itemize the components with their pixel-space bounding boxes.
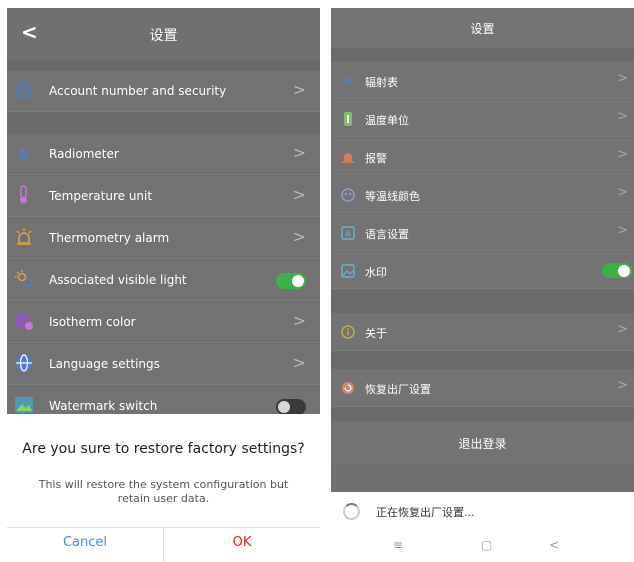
reset-icon <box>340 380 356 396</box>
settings-item-label: 报警 <box>365 152 387 165</box>
settings-item-temperature-unit[interactable]: Temperature unit > <box>7 176 320 217</box>
settings-item-isotherm-color[interactable]: Isotherm color > <box>7 302 320 343</box>
chevron-right-icon: > <box>617 71 628 86</box>
back-icon[interactable]: < <box>549 538 559 552</box>
settings-item-label: 水印 <box>365 266 387 279</box>
header: 设置 <box>331 8 634 48</box>
section-gap <box>7 60 320 71</box>
cancel-button[interactable]: Cancel <box>7 535 163 550</box>
settings-item-visible-light[interactable]: Associated visible light <box>7 260 320 301</box>
watermark-toggle[interactable] <box>602 263 632 278</box>
settings-item-label: 语言设置 <box>365 228 409 241</box>
menu-icon[interactable]: ≡ <box>393 538 403 552</box>
settings-item-label: Account number and security <box>49 84 227 98</box>
settings-item-isotherm-color[interactable]: 等温线颜色 > <box>331 176 634 213</box>
settings-item-label: 恢复出厂设置 <box>365 383 431 396</box>
settings-item-label: 等温线颜色 <box>365 190 420 203</box>
progress-text: 正在恢复出厂设置... <box>376 506 475 519</box>
settings-item-account[interactable]: Account number and security > <box>7 71 320 112</box>
page-title: 设置 <box>149 28 178 44</box>
logout-label: 退出登录 <box>458 437 507 451</box>
ok-button[interactable]: OK <box>164 535 320 550</box>
chevron-right-icon: > <box>292 185 306 204</box>
chevron-right-icon: > <box>617 147 628 162</box>
settings-item-radiometer[interactable]: ✾ 辐射表 > <box>331 62 634 99</box>
settings-item-label: Radiometer <box>49 147 119 161</box>
header: < 设置 <box>7 8 320 60</box>
thermometer-icon <box>340 111 356 127</box>
epsilon-icon: ε <box>18 142 30 164</box>
settings-item-language[interactable]: Language settings > <box>7 344 320 385</box>
chevron-right-icon: > <box>617 109 628 124</box>
chevron-right-icon: > <box>617 185 628 200</box>
settings-item-label: Language settings <box>49 357 160 371</box>
section-gap <box>7 113 320 134</box>
left-screen: < 设置 Account number and security > ε Rad… <box>7 8 320 562</box>
settings-item-label: Temperature unit <box>49 189 153 203</box>
chevron-right-icon: > <box>292 80 306 99</box>
chevron-right-icon: > <box>292 143 306 162</box>
settings-item-thermometry-alarm[interactable]: Thermometry alarm > <box>7 218 320 259</box>
chevron-right-icon: > <box>617 223 628 238</box>
section-gap <box>331 290 634 313</box>
settings-item-label: Watermark switch <box>49 399 158 413</box>
thermometer-icon <box>14 185 34 205</box>
settings-item-watermark[interactable]: 水印 <box>331 252 634 289</box>
settings-item-label: Thermometry alarm <box>49 231 170 245</box>
image-icon <box>340 263 356 279</box>
settings-item-radiometer[interactable]: ε Radiometer > <box>7 134 320 175</box>
user-circle-icon <box>14 80 34 100</box>
visible-light-toggle[interactable] <box>276 273 306 289</box>
language-icon: A <box>340 225 356 241</box>
settings-item-factory-reset[interactable]: 恢复出厂设置 > <box>331 369 634 407</box>
page-title: 设置 <box>470 22 495 36</box>
settings-item-temperature-unit[interactable]: 温度单位 > <box>331 100 634 137</box>
alarm-icon <box>14 227 34 247</box>
settings-item-alarm[interactable]: 报警 > <box>331 138 634 175</box>
settings-item-about[interactable]: 关于 > <box>331 313 634 351</box>
palette-icon <box>14 311 34 331</box>
settings-item-label: 关于 <box>365 327 387 340</box>
alarm-icon <box>340 149 356 165</box>
sun-gear-icon <box>14 269 34 289</box>
chevron-right-icon: > <box>292 353 306 372</box>
settings-item-label: 温度单位 <box>365 114 409 127</box>
section-gap <box>331 48 634 62</box>
globe-icon <box>14 353 34 373</box>
svg-text:A: A <box>345 230 351 239</box>
system-nav-bar: ≡ ▢ < <box>331 530 634 562</box>
settings-item-label: Associated visible light <box>49 273 187 287</box>
section-gap <box>331 351 634 369</box>
spinner-icon <box>343 503 360 520</box>
dialog-message: This will restore the system configurati… <box>38 478 289 505</box>
chevron-right-icon: > <box>292 227 306 246</box>
right-screen: 设置 ✾ 辐射表 > 温度单位 > 报警 > 等温线颜色 > A 语言设置 > <box>331 8 634 562</box>
dialog-title: Are you sure to restore factory settings… <box>22 441 305 457</box>
settings-item-language[interactable]: A 语言设置 > <box>331 214 634 251</box>
home-icon[interactable]: ▢ <box>481 538 492 552</box>
section-gap <box>331 407 634 421</box>
logout-button[interactable]: 退出登录 <box>331 421 634 463</box>
settings-item-label: Isotherm color <box>49 315 136 329</box>
watermark-toggle[interactable] <box>276 399 306 415</box>
info-icon <box>340 324 356 340</box>
chevron-right-icon: > <box>617 322 628 337</box>
palette-icon <box>340 187 356 203</box>
chevron-right-icon: > <box>617 378 628 393</box>
confirm-dialog: Are you sure to restore factory settings… <box>7 414 320 562</box>
settings-item-label: 辐射表 <box>365 76 398 89</box>
image-icon <box>14 395 34 415</box>
epsilon-icon: ✾ <box>343 74 353 88</box>
chevron-right-icon: > <box>292 311 306 330</box>
progress-toast: 正在恢复出厂设置... <box>331 492 634 530</box>
